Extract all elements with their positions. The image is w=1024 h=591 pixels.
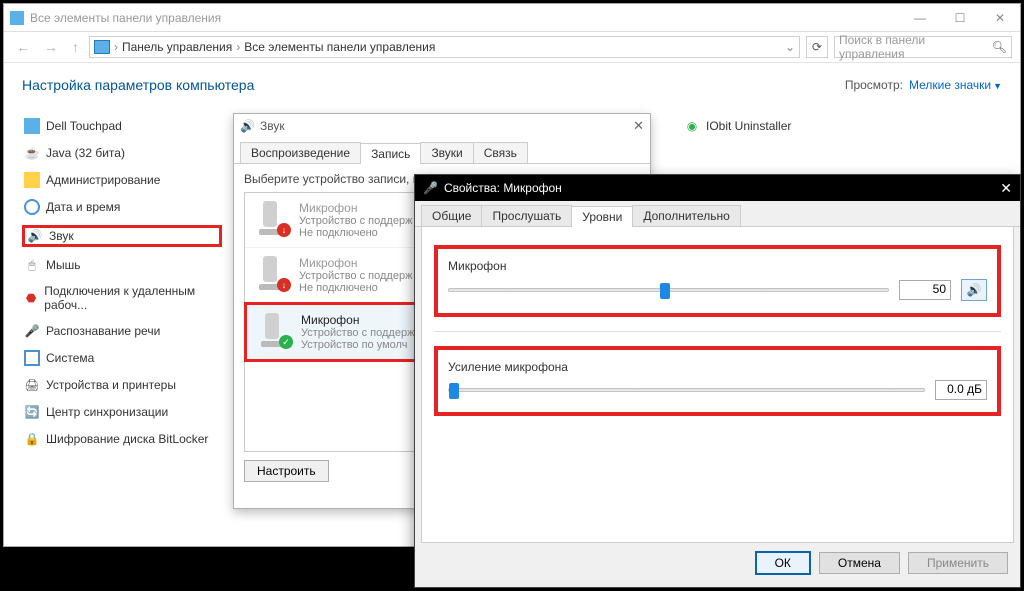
tab-recording[interactable]: Запись	[360, 143, 421, 164]
mic-level-value[interactable]: 50	[899, 280, 951, 300]
search-input[interactable]: Поиск в панели управления 🔍︎	[834, 36, 1012, 58]
properties-titlebar[interactable]: 🎤 Свойства: Микрофон ✕	[415, 175, 1020, 201]
system-icon	[24, 350, 40, 366]
close-icon[interactable]: ✕	[1000, 180, 1012, 197]
cp-item-iobit[interactable]: ◉IObit Uninstaller	[682, 117, 882, 135]
close-button[interactable]: ✕	[980, 5, 1020, 31]
cp-item-mouse[interactable]: 🖱Мышь	[22, 256, 222, 274]
sound-icon: 🔊	[27, 228, 43, 244]
touchpad-icon	[24, 118, 40, 134]
cp-item-bitlocker[interactable]: 🔒Шифрование диска BitLocker	[22, 430, 222, 448]
cp-item-admin[interactable]: Администрирование	[22, 171, 222, 189]
iobit-icon: ◉	[684, 118, 700, 134]
bitlocker-icon: 🔒	[24, 431, 40, 447]
minimize-button[interactable]: —	[900, 5, 940, 31]
mic-icon: ✓	[257, 313, 291, 347]
search-icon[interactable]: 🔍︎	[992, 40, 1007, 54]
sound-dialog-title: Звук	[260, 119, 285, 133]
mute-button[interactable]: 🔊	[961, 279, 987, 301]
cp-item-sound[interactable]: 🔊Звук	[22, 225, 222, 247]
mic-level-slider[interactable]	[448, 288, 889, 292]
mic-boost-label: Усиление микрофона	[448, 360, 987, 374]
cp-item-datetime[interactable]: Дата и время	[22, 198, 222, 216]
close-icon[interactable]: ✕	[633, 118, 644, 134]
mic-icon: ↓	[255, 201, 289, 235]
speech-icon: 🎤	[24, 323, 40, 339]
tab-comm[interactable]: Связь	[473, 142, 528, 163]
tab-listen[interactable]: Прослушать	[481, 205, 572, 226]
tab-levels[interactable]: Уровни	[571, 206, 633, 227]
mic-level-group: Микрофон 50 🔊	[434, 245, 1001, 317]
breadcrumb[interactable]: › Панель управления › Все элементы панел…	[89, 36, 800, 58]
java-icon: ☕	[24, 145, 40, 161]
view-dropdown[interactable]: Мелкие значки▼	[909, 78, 1002, 92]
dropdown-icon[interactable]: ⌄	[785, 40, 795, 54]
sync-icon: 🔄	[24, 404, 40, 420]
titlebar[interactable]: Все элементы панели управления — ☐ ✕	[4, 4, 1020, 31]
cp-item-system[interactable]: Система	[22, 349, 222, 367]
search-placeholder: Поиск в панели управления	[839, 33, 992, 61]
toolbar: ← → ↑ › Панель управления › Все элементы…	[4, 31, 1020, 63]
mouse-icon: 🖱	[24, 257, 40, 273]
remote-icon: ⬣	[24, 290, 38, 306]
sound-dialog-titlebar[interactable]: 🔊 Звук ✕	[234, 114, 650, 138]
breadcrumb-item[interactable]: Панель управления	[122, 40, 232, 54]
maximize-button[interactable]: ☐	[940, 5, 980, 31]
view-label: Просмотр:	[845, 78, 903, 92]
mic-icon: ↓	[255, 256, 289, 290]
mic-boost-value[interactable]: 0.0 дБ	[935, 380, 987, 400]
cancel-button[interactable]: Отмена	[819, 552, 900, 574]
forward-button[interactable]: →	[40, 37, 62, 57]
configure-button[interactable]: Настроить	[244, 460, 329, 482]
dialog-buttons: ОК Отмена Применить	[415, 543, 1020, 583]
tab-sounds[interactable]: Звуки	[420, 142, 473, 163]
tab-advanced[interactable]: Дополнительно	[632, 205, 740, 226]
back-button[interactable]: ←	[12, 37, 34, 57]
window-title: Все элементы панели управления	[30, 11, 900, 25]
sound-tabs: Воспроизведение Запись Звуки Связь	[234, 138, 650, 164]
speaker-icon: 🔊	[240, 119, 254, 133]
mic-boost-group: Усиление микрофона 0.0 дБ	[434, 346, 1001, 416]
breadcrumb-item[interactable]: Все элементы панели управления	[244, 40, 435, 54]
cp-item-remote[interactable]: ⬣Подключения к удаленным рабоч...	[22, 283, 222, 313]
tab-playback[interactable]: Воспроизведение	[240, 142, 361, 163]
addr-icon	[94, 40, 110, 54]
mic-level-label: Микрофон	[448, 259, 987, 273]
clock-icon	[24, 199, 40, 215]
cp-item-java[interactable]: ☕Java (32 бита)	[22, 144, 222, 162]
mic-properties-dialog: 🎤 Свойства: Микрофон ✕ Общие Прослушать …	[414, 174, 1021, 588]
refresh-button[interactable]: ⟳	[806, 36, 828, 58]
mic-icon: 🎤	[423, 181, 438, 195]
ok-button[interactable]: ОК	[755, 551, 811, 575]
apply-button[interactable]: Применить	[908, 552, 1008, 574]
cp-item-devices[interactable]: 🖨Устройства и принтеры	[22, 376, 222, 394]
page-title: Настройка параметров компьютера	[22, 77, 845, 93]
cp-item-dell[interactable]: Dell Touchpad	[22, 117, 222, 135]
cp-item-speech[interactable]: 🎤Распознавание речи	[22, 322, 222, 340]
up-button[interactable]: ↑	[68, 37, 83, 57]
mic-boost-slider[interactable]	[448, 388, 925, 392]
admin-icon	[24, 172, 40, 188]
tab-general[interactable]: Общие	[421, 205, 482, 226]
control-panel-icon	[10, 11, 24, 25]
devices-icon: 🖨	[24, 377, 40, 393]
properties-title: Свойства: Микрофон	[444, 181, 562, 195]
properties-tabs: Общие Прослушать Уровни Дополнительно	[415, 201, 1020, 227]
cp-item-sync[interactable]: 🔄Центр синхронизации	[22, 403, 222, 421]
